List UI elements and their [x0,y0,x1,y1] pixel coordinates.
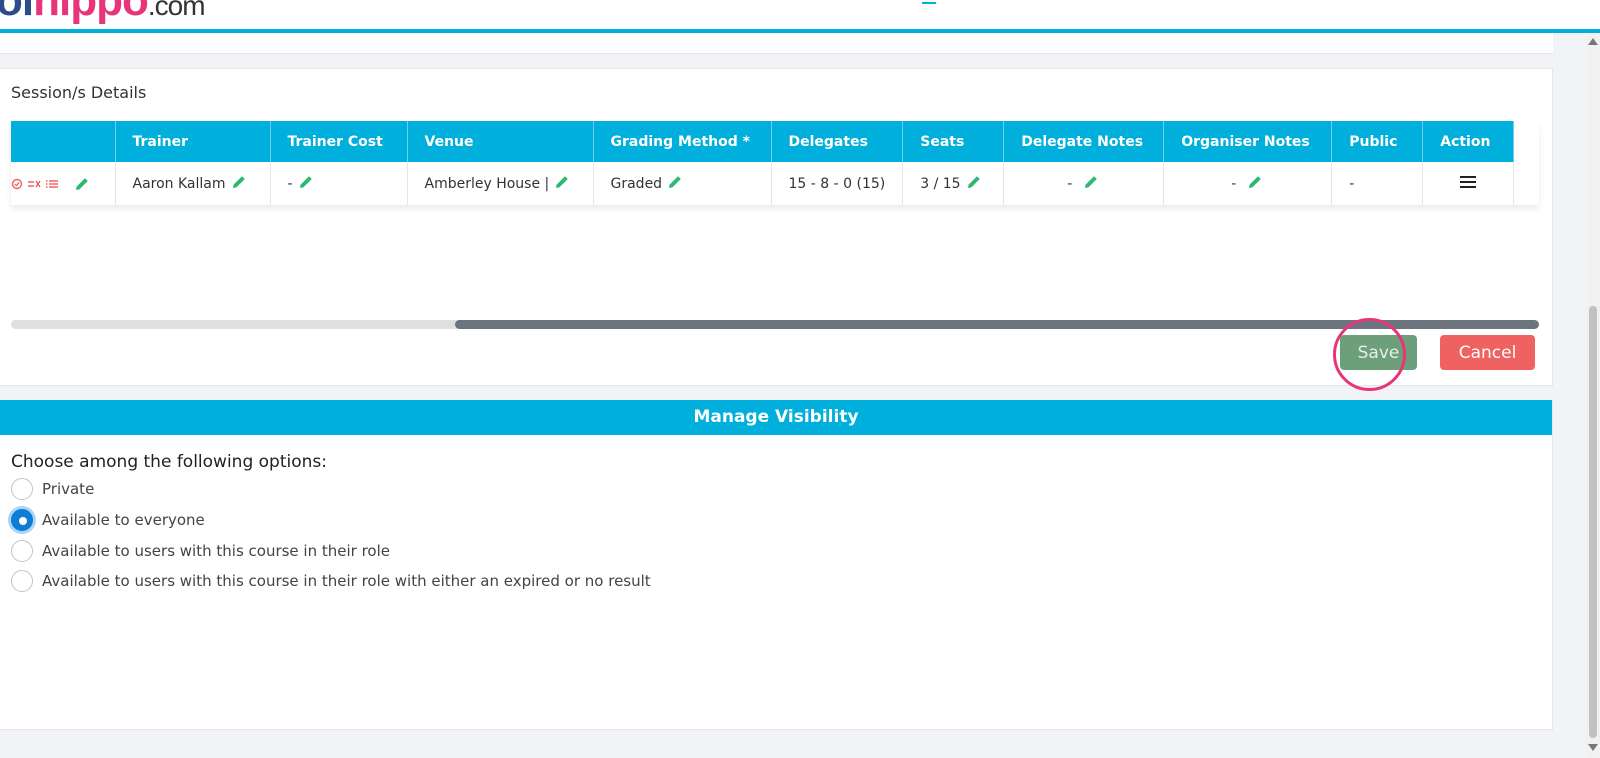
cell-organiser-notes: - [1163,162,1333,205]
row-action-icons [11,162,116,205]
edit-grading-icon[interactable] [666,173,684,195]
organiser-notes-value: - [1231,175,1237,192]
cell-trainer-cost: - [270,162,408,205]
check-circle-icon[interactable] [11,178,23,190]
visibility-option-label: Private [42,480,95,498]
table-header-row: Trainer Trainer Cost Venue Grading Metho… [11,121,1515,162]
radio-private[interactable] [11,478,33,500]
col-header-venue: Venue [407,121,594,162]
cell-grading: Graded [593,162,772,205]
visibility-option-everyone[interactable]: Available to everyone [11,509,205,531]
edit-delegate-notes-icon[interactable] [1082,173,1100,195]
hamburger-menu-icon[interactable] [1458,175,1478,194]
cell-action [1422,162,1515,205]
cell-delegate-notes: - [1003,162,1165,205]
seats-value: 3 / 15 [920,175,961,192]
cell-seats: 3 / 15 [902,162,1005,205]
session-title: Session/s Details [11,83,147,102]
scroll-down-arrow-icon[interactable] [1588,744,1598,751]
session-details-card: Session/s Details Trainer Trainer Cost V… [0,68,1553,391]
nav-link-fragment[interactable] [922,0,936,4]
sessions-table: Trainer Trainer Cost Venue Grading Metho… [11,121,1539,205]
delegate-notes-value: - [1067,175,1073,192]
trainer-value: Aaron Kallam [132,175,226,192]
horizontal-scrollbar-thumb[interactable] [455,320,1539,329]
col-header-seats: Seats [902,121,1005,162]
edit-seats-icon[interactable] [965,173,983,195]
cell-public: - [1331,162,1424,205]
col-header-organiser-notes: Organiser Notes [1163,121,1333,162]
visibility-prompt: Choose among the following options: [11,452,327,472]
col-header-trainer-cost: Trainer Cost [270,121,408,162]
radio-role-expired[interactable] [11,570,33,592]
edit-venue-icon[interactable] [553,173,571,195]
grading-value: Graded [610,175,663,192]
col-header-trainer: Trainer [115,121,271,162]
site-logo[interactable]: olhippo.com [0,0,206,26]
vertical-scrollbar-thumb[interactable] [1589,306,1597,738]
top-navbar: olhippo.com [0,0,1600,33]
edit-organiser-notes-icon[interactable] [1246,173,1264,195]
previous-card-bottom [0,33,1553,54]
save-button[interactable]: Save [1340,335,1417,370]
edit-trainer-icon[interactable] [230,173,248,195]
checklist-remove-icon[interactable] [27,178,41,190]
trainer-cost-value: - [287,175,293,192]
visibility-option-label: Available to users with this course in t… [42,572,651,590]
vertical-scrollbar[interactable] [1586,33,1600,758]
visibility-option-role-expired[interactable]: Available to users with this course in t… [11,570,651,592]
visibility-option-private[interactable]: Private [11,478,94,500]
manage-visibility-header: Manage Visibility [0,400,1552,435]
cell-trainer: Aaron Kallam [115,162,271,205]
edit-trainer-cost-icon[interactable] [297,173,315,195]
col-header-action: Action [1422,121,1515,162]
venue-value: Amberley House | [424,175,550,192]
visibility-option-label: Available to everyone [42,511,205,529]
cell-delegates: 15 - 8 - 0 (15) [771,162,904,205]
horizontal-scrollbar[interactable] [11,320,1539,329]
table-row: Aaron Kallam - Amberley House | Graded 1… [11,162,1515,205]
visibility-option-role[interactable]: Available to users with this course in t… [11,540,390,562]
cell-venue: Amberley House | [407,162,594,205]
list-icon[interactable] [45,178,59,190]
visibility-option-label: Available to users with this course in t… [42,542,391,560]
col-header-public: Public [1331,121,1424,162]
cancel-button[interactable]: Cancel [1440,335,1535,370]
col-header-grading-method: Grading Method * [593,121,772,162]
manage-visibility-card: Manage Visibility Choose among the follo… [0,400,1553,730]
col-header-delegates: Delegates [771,121,904,162]
col-header-icons [11,121,116,162]
radio-everyone[interactable] [11,509,33,531]
scroll-up-arrow-icon[interactable] [1588,38,1598,45]
edit-pencil-icon[interactable] [73,175,91,193]
radio-role[interactable] [11,540,33,562]
col-header-delegate-notes: Delegate Notes [1003,121,1165,162]
